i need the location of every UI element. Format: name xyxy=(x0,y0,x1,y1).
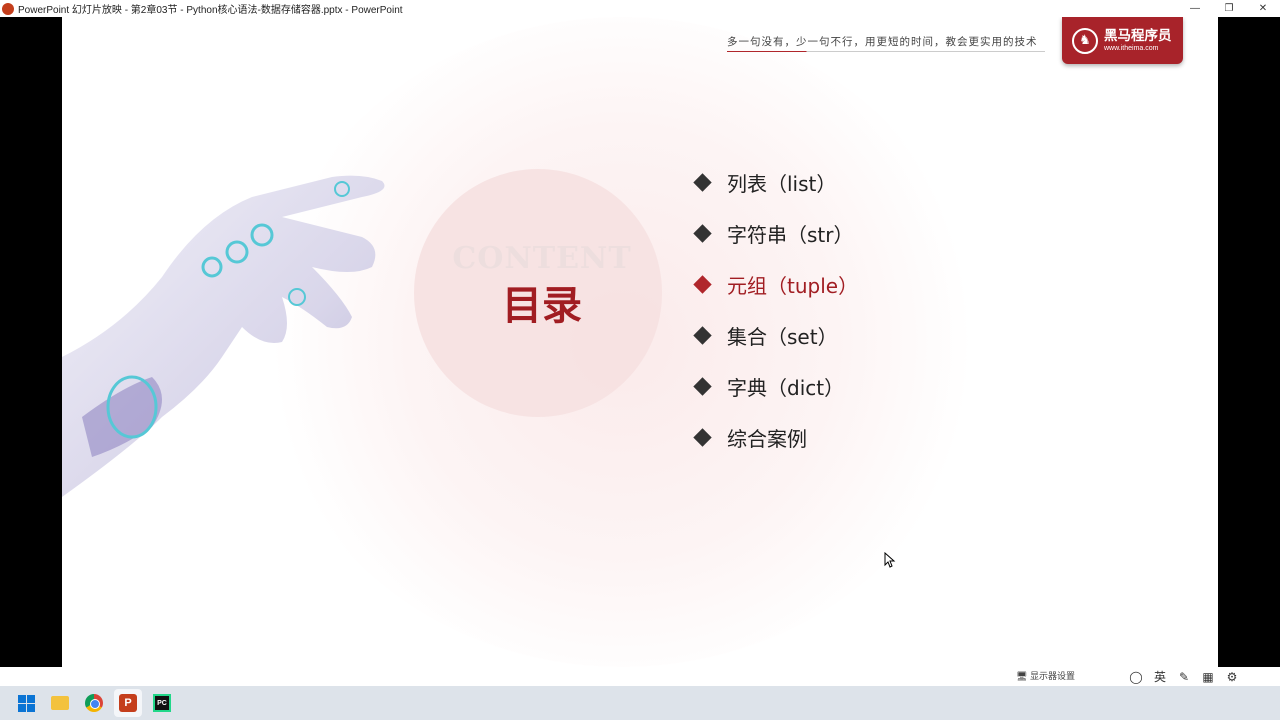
toc-item-dict: 字典（dict） xyxy=(693,361,858,412)
grid-view-icon[interactable]: ▦ xyxy=(1196,668,1220,685)
windows-start-icon[interactable] xyxy=(12,689,40,717)
toc-item-label: 字符串（str） xyxy=(727,223,854,247)
diamond-bullet-icon xyxy=(693,428,712,447)
diamond-bullet-icon xyxy=(693,275,712,294)
presenter-status: 🖥 显示器设置 xyxy=(1016,671,1075,681)
pycharm-icon[interactable]: PC xyxy=(148,689,176,717)
content-watermark: CONTENT xyxy=(452,241,632,276)
mouse-cursor-icon xyxy=(884,552,896,568)
table-of-contents: 列表（list） 字符串（str） 元组（tuple） 集合（set） 字典（d… xyxy=(693,157,859,463)
toc-item-str: 字符串（str） xyxy=(693,208,858,259)
chrome-icon[interactable] xyxy=(80,689,108,717)
toc-item-label: 综合案例 xyxy=(727,427,807,451)
toc-item-label: 元组（tuple） xyxy=(727,274,859,298)
toc-item-tuple: 元组（tuple） xyxy=(693,259,859,310)
window-titlebar: PowerPoint 幻灯片放映 - 第2章03节 - Python核心语法-数… xyxy=(0,0,1280,17)
logo-name: 黑马程序员 xyxy=(1104,27,1172,44)
diamond-bullet-icon xyxy=(693,377,712,396)
toc-item-label: 列表（list） xyxy=(727,172,837,196)
toc-item-label: 字典（dict） xyxy=(727,376,845,400)
slideshow-controls: ◯ 英 ✎ ▦ ⚙ xyxy=(1124,667,1244,686)
powerpoint-app-icon xyxy=(2,2,14,15)
slogan-text: 多一句没有，少一句不行，用更短的时间，教会更实用的技术 xyxy=(727,36,1038,48)
window-controls: — ❐ ✕ xyxy=(1178,0,1280,17)
slogan-underline xyxy=(727,51,1045,52)
presenter-status-label: 显示器设置 xyxy=(1029,671,1075,681)
letterbox-left xyxy=(0,17,62,667)
robot-hand-image xyxy=(62,175,385,497)
pen-icon[interactable]: ✎ xyxy=(1172,668,1196,685)
powerpoint-icon[interactable]: P xyxy=(114,689,142,717)
slide-canvas[interactable]: CONTENT 目录 多一句没有，少一句不行，用更短的时间，教会更实用的技术 ♞… xyxy=(62,17,1218,667)
windows-taskbar: P PC xyxy=(0,686,1280,720)
minimize-button[interactable]: — xyxy=(1178,0,1212,17)
toc-item-set: 集合（set） xyxy=(693,310,858,361)
presentation-toolbar xyxy=(0,667,1280,686)
toc-item-list: 列表（list） xyxy=(693,157,858,208)
letterbox-right xyxy=(1218,17,1280,667)
close-button[interactable]: ✕ xyxy=(1246,0,1280,17)
file-explorer-icon[interactable] xyxy=(46,689,74,717)
itheima-logo: ♞ 黑马程序员 www.itheima.com xyxy=(1062,17,1183,64)
diamond-bullet-icon xyxy=(693,326,712,345)
slide-title: 目录 xyxy=(502,283,582,329)
more-options-icon[interactable]: ⚙ xyxy=(1220,668,1244,685)
diamond-bullet-icon xyxy=(693,224,712,243)
toc-item-label: 集合（set） xyxy=(727,325,838,349)
logo-url: www.itheima.com xyxy=(1104,44,1159,52)
zoom-icon[interactable]: ◯ xyxy=(1124,668,1148,685)
subtitle-icon[interactable]: 英 xyxy=(1148,668,1172,685)
horse-logo-icon: ♞ xyxy=(1072,27,1098,54)
diamond-bullet-icon xyxy=(693,173,712,192)
toc-item-case: 综合案例 xyxy=(693,412,858,463)
window-title: PowerPoint 幻灯片放映 - 第2章03节 - Python核心语法-数… xyxy=(18,5,403,16)
restore-button[interactable]: ❐ xyxy=(1212,0,1246,17)
